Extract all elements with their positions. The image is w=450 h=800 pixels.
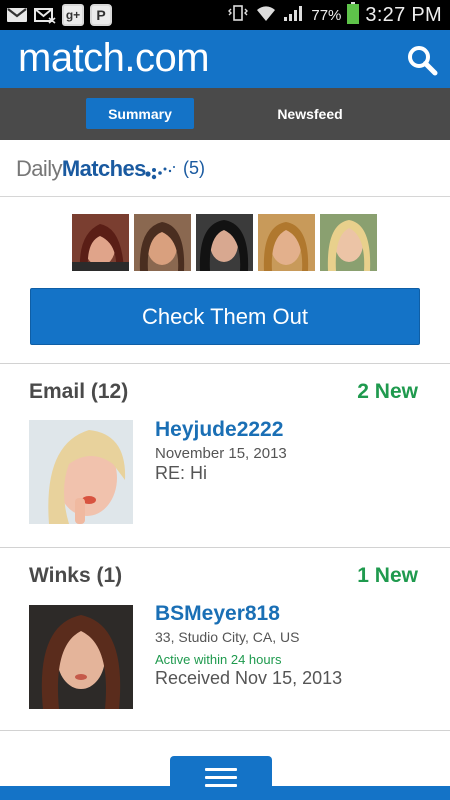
daily-matches-logo: DailyMatches	[16, 156, 146, 181]
email-sender-photo[interactable]	[29, 420, 133, 524]
search-button[interactable]	[406, 44, 438, 76]
search-icon	[408, 46, 438, 76]
app-header: match.com	[0, 30, 450, 88]
divider	[0, 363, 450, 364]
gmail-icon	[6, 4, 28, 26]
match-photo-4[interactable]	[258, 214, 315, 271]
app-logo[interactable]: match.com	[18, 36, 210, 81]
tab-bar: Summary Newsfeed	[0, 88, 450, 140]
daily-matches-header[interactable]: DailyMatches (5)	[0, 140, 450, 197]
email-section-title[interactable]: Email (12)	[29, 380, 128, 404]
match-photo-2[interactable]	[134, 214, 191, 271]
wink-sender-name[interactable]: BSMeyer818	[155, 602, 280, 626]
winks-section-title[interactable]: Winks (1)	[29, 564, 122, 588]
wifi-icon	[255, 4, 277, 27]
winks-new-badge[interactable]: 1 New	[357, 564, 418, 588]
battery-icon	[347, 1, 360, 29]
pinterest-icon: P	[90, 4, 112, 26]
battery-percent: 77%	[311, 6, 342, 24]
wink-sender-details: 33, Studio City, CA, US	[155, 629, 300, 645]
dots-icon	[145, 166, 175, 180]
clock: 3:27 PM	[365, 3, 442, 26]
tab-summary[interactable]: Summary	[86, 98, 194, 129]
vibrate-icon	[227, 4, 249, 27]
check-them-out-button[interactable]: Check Them Out	[30, 288, 420, 345]
email-sender-name[interactable]: Heyjude2222	[155, 418, 283, 442]
daily-matches-photos	[72, 214, 377, 271]
daily-matches-count: (5)	[183, 158, 205, 178]
wink-sender-photo[interactable]	[29, 605, 133, 709]
wink-received-date: Received Nov 15, 2013	[155, 668, 343, 688]
match-photo-1[interactable]	[72, 214, 129, 271]
email-subject: RE: Hi	[155, 463, 208, 483]
menu-button[interactable]	[170, 756, 272, 800]
signal-icon	[283, 4, 305, 27]
divider	[0, 547, 450, 548]
match-photo-5[interactable]	[320, 214, 377, 271]
email-new-badge[interactable]: 2 New	[357, 380, 418, 404]
divider	[0, 730, 450, 731]
tab-newsfeed[interactable]: Newsfeed	[256, 98, 364, 129]
email-icon	[34, 4, 56, 26]
match-photo-3[interactable]	[196, 214, 253, 271]
wink-sender-activity: Active within 24 hours	[155, 652, 282, 667]
email-date: November 15, 2013	[155, 445, 287, 462]
status-bar: g+ P 77% 3:27 PM	[0, 0, 450, 30]
google-plus-icon: g+	[62, 4, 84, 26]
